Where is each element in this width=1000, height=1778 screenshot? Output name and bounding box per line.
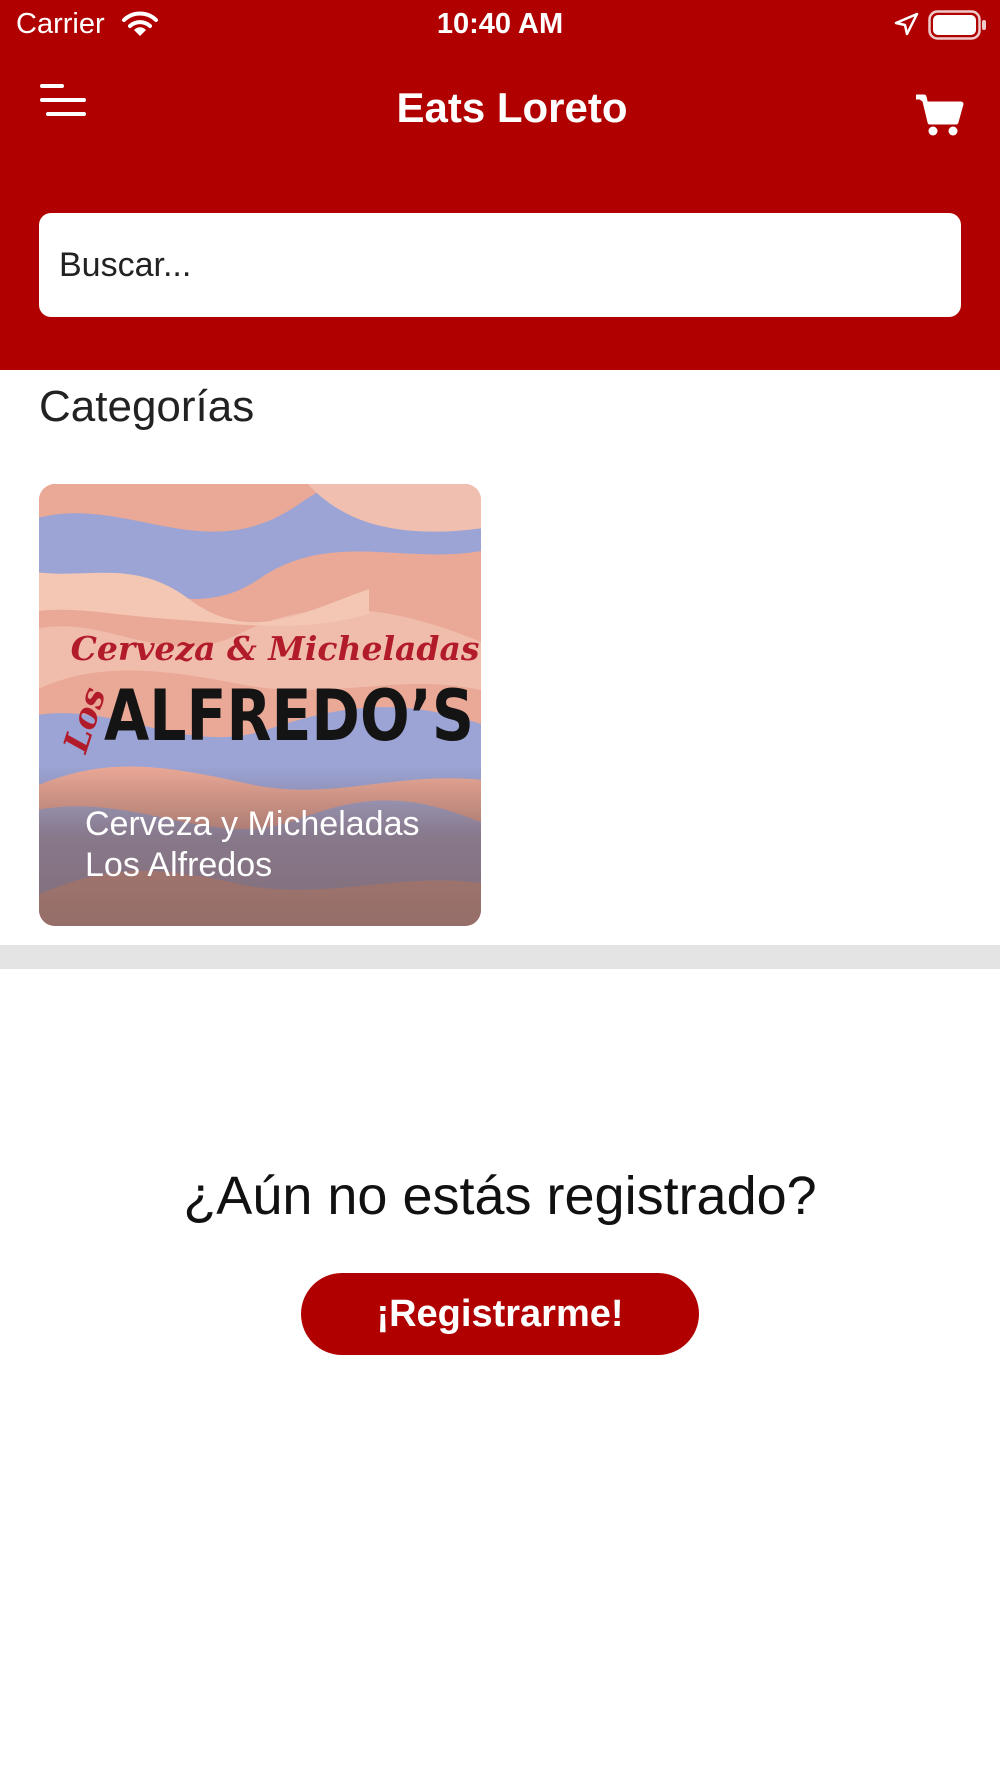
logo-tagline: Cerveza & Micheladas xyxy=(71,629,480,668)
status-time: 10:40 AM xyxy=(436,8,564,40)
battery-icon xyxy=(928,10,986,40)
status-bar: Carrier 10:40 AM xyxy=(0,0,1000,50)
register-question: ¿Aún no estás registrado? xyxy=(183,1166,817,1226)
logo-name: ALFREDO’S xyxy=(104,675,474,757)
shopping-cart-icon[interactable] xyxy=(914,92,964,138)
location-arrow-icon xyxy=(894,12,919,36)
section-divider xyxy=(0,945,1000,969)
app-screen: Carrier 10:40 AM Eats Loreto Buscar... C… xyxy=(0,0,1000,1778)
app-title: Eats Loreto xyxy=(396,84,628,131)
search-input[interactable] xyxy=(39,213,961,317)
category-label: Cerveza y Micheladas Los Alfredos xyxy=(85,805,420,884)
app-header: Eats Loreto xyxy=(0,50,1000,370)
categories-heading: Categorías xyxy=(39,382,255,431)
register-button[interactable]: ¡Registrarme! xyxy=(301,1273,699,1355)
category-card[interactable]: Cerveza & Micheladas Los ALFREDO’S Cerve… xyxy=(39,484,481,926)
